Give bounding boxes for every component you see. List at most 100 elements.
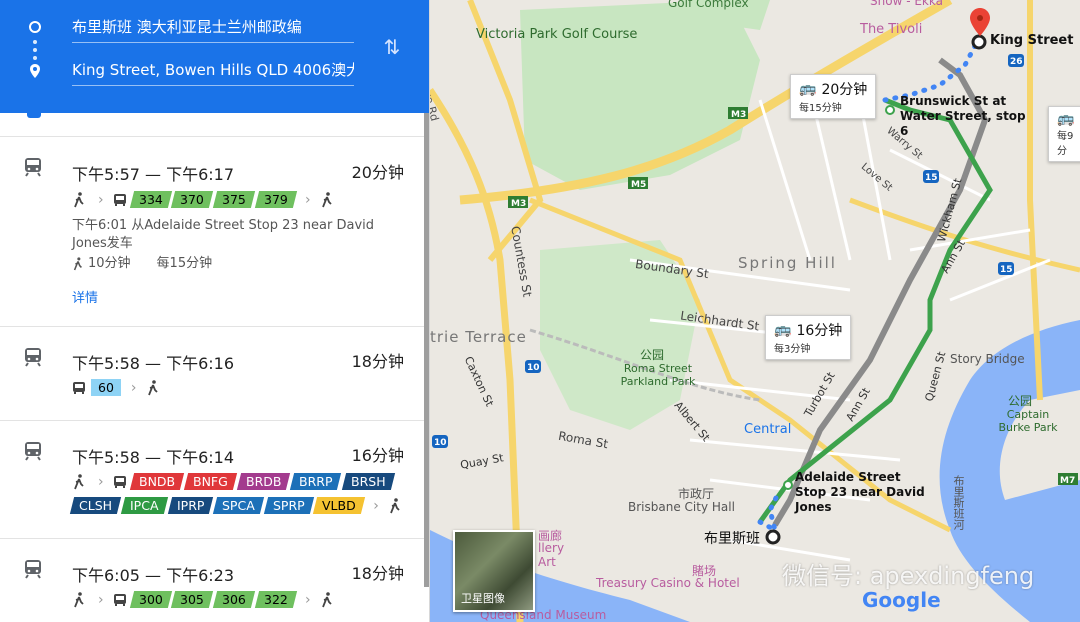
train-line-badge: VLBD [313, 497, 366, 514]
shield-26: 26 [1010, 57, 1023, 67]
shield-m3b: M3 [511, 199, 526, 209]
route-option-1[interactable]: 下午5:57 — 下午6:17 20分钟 › 334 370 375 379 ›… [0, 136, 424, 326]
callout-frequency: 每15分钟 [799, 103, 842, 114]
chevron-right-icon: › [305, 591, 311, 608]
route-time: 下午5:58 — 下午6:14 [72, 448, 235, 467]
destination-input[interactable]: King Street, Bowen Hills QLD 4006澳大利 [72, 58, 354, 86]
victoria-park-label[interactable]: Victoria Park Golf Course [476, 27, 637, 42]
bus-icon: 🚌 [774, 322, 792, 338]
brunswick-stop-label[interactable]: Brunswick St at Water Street, stop 6 [900, 94, 1030, 139]
train-line-badge: BRSH [341, 473, 395, 490]
bus-line-badge: 334 [129, 191, 172, 208]
walk-icon [321, 591, 332, 607]
route-duration: 20分钟 [351, 163, 404, 182]
route-callout-20min[interactable]: 🚌 20分钟 每15分钟 [790, 74, 877, 119]
callout-duration: 16分钟 [796, 323, 843, 339]
frequency: 每15分钟 [156, 256, 213, 271]
shield-m5: M5 [631, 180, 646, 190]
route-callout-16min[interactable]: 🚌 16分钟 每3分钟 [765, 315, 852, 360]
origin-circle-icon [29, 21, 41, 33]
brisbane-river-label: 布里斯班河 [952, 475, 965, 530]
departure-info: 下午6:01 从Adelaide Street Stop 23 near Dav… [72, 218, 375, 251]
roma-street-parkland-label[interactable]: Roma Street Parkland Park [618, 362, 698, 388]
captain-burke-park-label[interactable]: Captain Burke Park [998, 408, 1058, 434]
walk-icon [147, 379, 158, 395]
destination-marker[interactable] [971, 34, 987, 50]
train-line-badge: CLSH [69, 497, 122, 514]
captain-burke-category: 公园 [1008, 394, 1033, 408]
route-steps-row2: CLSH IPCA IPRP SPCA SPRP VLBD › [69, 497, 414, 514]
callout-frequency: 每3分钟 [774, 344, 811, 355]
route-time: 下午5:58 — 下午6:16 [72, 354, 235, 373]
route-time: 下午5:57 — 下午6:17 [72, 165, 235, 184]
bus-line-badge: 60 [91, 379, 121, 396]
route-steps: › BNDB BNFG BRDB BRRP BRSH [72, 473, 396, 490]
route-duration: 18分钟 [351, 564, 404, 583]
destination-pin-icon[interactable] [970, 8, 990, 36]
train-line-badge: BNDB [129, 473, 184, 490]
map-view[interactable]: M3 M5 M3 M7 10 10 15 15 26 Golf Complex … [430, 0, 1080, 622]
origin-marker[interactable] [765, 529, 781, 545]
train-line-badge: BRRP [289, 473, 342, 490]
show-label: Show - Ekka [870, 0, 943, 8]
route-steps: › 300 305 306 322 › [72, 591, 346, 608]
route-option-3[interactable]: 下午5:58 — 下午6:14 16分钟 › BNDB BNFG BRDB BR… [0, 420, 424, 538]
route-callout-partial[interactable]: 🚌 每9分 [1048, 106, 1080, 162]
origin-input[interactable]: 布里斯班 澳大利亚昆士兰州邮政编 [72, 15, 354, 43]
king-street-label[interactable]: King Street [990, 33, 1073, 48]
walk-route-end [882, 37, 981, 103]
treasury-casino-label[interactable]: Treasury Casino & Hotel [596, 576, 740, 590]
route-dots-icon [33, 40, 37, 64]
swap-icon[interactable]: ⇅ [380, 35, 404, 61]
train-icon [113, 475, 126, 488]
route-option-4[interactable]: 下午6:05 — 下午6:23 18分钟 › 300 305 306 322 › [0, 538, 424, 622]
bus-icon: 🚌 [799, 81, 817, 97]
walk-icon [74, 191, 84, 207]
bus-line-badge: 300 [129, 591, 172, 608]
bus-stop-marker[interactable] [885, 105, 895, 115]
walk-frequency-info: 10分钟 每15分钟 [72, 255, 212, 273]
walk-icon [321, 191, 332, 207]
bus-icon [113, 193, 126, 206]
directions-panel: 布里斯班 澳大利亚昆士兰州邮政编 King Street, Bowen Hill… [0, 0, 430, 622]
bus-line-badge: 379 [255, 191, 298, 208]
the-tivoli-label[interactable]: The Tivoli [860, 22, 922, 37]
shield-15b: 15 [1000, 265, 1013, 275]
train-line-badge: SPRP [263, 497, 314, 514]
shield-15: 15 [925, 173, 938, 183]
google-logo: Google [862, 588, 941, 612]
gallery-label[interactable]: llery [538, 541, 564, 555]
city-hall-label[interactable]: Brisbane City Hall [628, 500, 735, 514]
bus-stop-marker[interactable] [783, 480, 793, 490]
shield-m7: M7 [1060, 476, 1075, 486]
brisbane-label[interactable]: 布里斯班 [704, 528, 760, 548]
bus-line-badge: 322 [255, 591, 298, 608]
chevron-right-icon: › [130, 379, 137, 396]
callout-duration: 20分钟 [821, 82, 868, 98]
transit-icon [25, 560, 41, 579]
chevron-right-icon: › [98, 191, 104, 208]
walk-icon [74, 473, 84, 489]
directions-header: 布里斯班 澳大利亚昆士兰州邮政编 King Street, Bowen Hill… [0, 0, 429, 113]
shield-10b: 10 [434, 438, 447, 448]
satellite-label: 卫星图像 [461, 592, 505, 605]
spring-hill-label: Spring Hill [738, 254, 837, 272]
train-line-badge: SPCA [212, 497, 264, 514]
adelaide-stop-label[interactable]: Adelaide Street Stop 23 near David Jones [795, 470, 930, 515]
central-station-label[interactable]: Central [744, 422, 791, 437]
route-steps: 60 › [72, 379, 172, 396]
app: 布里斯班 澳大利亚昆士兰州邮政编 King Street, Bowen Hill… [0, 0, 1080, 622]
wechat-watermark: 微信号: apexdingfeng [782, 562, 1035, 590]
roma-park-category: 公园 [640, 348, 665, 362]
golf-complex-label: Golf Complex [668, 0, 749, 10]
art-label[interactable]: Art [538, 555, 556, 569]
bus-icon: 🚌 [1057, 111, 1075, 127]
bus-line-badge: 306 [213, 591, 256, 608]
route-option-2[interactable]: 下午5:58 — 下午6:16 18分钟 60 › [0, 326, 424, 420]
train-line-badge: IPCA [120, 497, 168, 514]
details-link[interactable]: 详情 [72, 287, 98, 306]
walk-icon [389, 497, 400, 513]
satellite-toggle[interactable]: 卫星图像 [453, 530, 535, 612]
train-line-badge: BRDB [236, 473, 291, 490]
walk-icon [73, 257, 82, 271]
